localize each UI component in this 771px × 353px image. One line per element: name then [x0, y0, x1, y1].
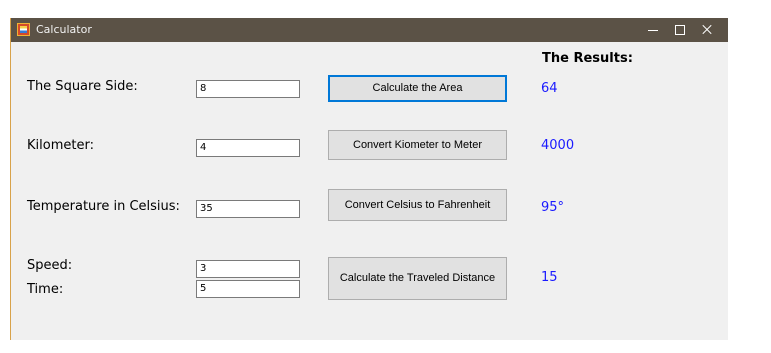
- time-input[interactable]: 5: [196, 280, 300, 298]
- fahrenheit-result: 95°: [541, 200, 565, 215]
- calculator-app-icon: [17, 23, 30, 36]
- convert-celsius-to-fahrenheit-button[interactable]: Convert Celsius to Fahrenheit: [328, 189, 507, 221]
- calculator-window: Calculator The Results: The Square Side:…: [10, 18, 728, 340]
- speed-input[interactable]: 3: [196, 260, 300, 278]
- kilometer-input[interactable]: 4: [196, 139, 300, 157]
- temperature-celsius-label: Temperature in Celsius:: [27, 199, 180, 214]
- title-bar[interactable]: Calculator: [11, 18, 728, 42]
- area-result: 64: [541, 81, 558, 96]
- celsius-input[interactable]: 35: [196, 200, 300, 218]
- window-title: Calculator: [36, 23, 92, 36]
- results-heading: The Results:: [542, 51, 633, 66]
- kilometer-label: Kilometer:: [27, 138, 94, 153]
- square-side-label: The Square Side:: [27, 79, 138, 94]
- distance-result: 15: [541, 270, 558, 285]
- meters-result: 4000: [541, 138, 575, 153]
- calculate-area-button[interactable]: Calculate the Area: [328, 75, 507, 102]
- time-label: Time:: [27, 282, 64, 297]
- calculate-distance-button[interactable]: Calculate the Traveled Distance: [328, 257, 507, 300]
- square-side-input[interactable]: 8: [196, 80, 300, 98]
- speed-label: Speed:: [27, 258, 73, 273]
- convert-km-to-meter-button[interactable]: Convert Kiometer to Meter: [328, 130, 507, 160]
- close-icon[interactable]: [687, 18, 727, 42]
